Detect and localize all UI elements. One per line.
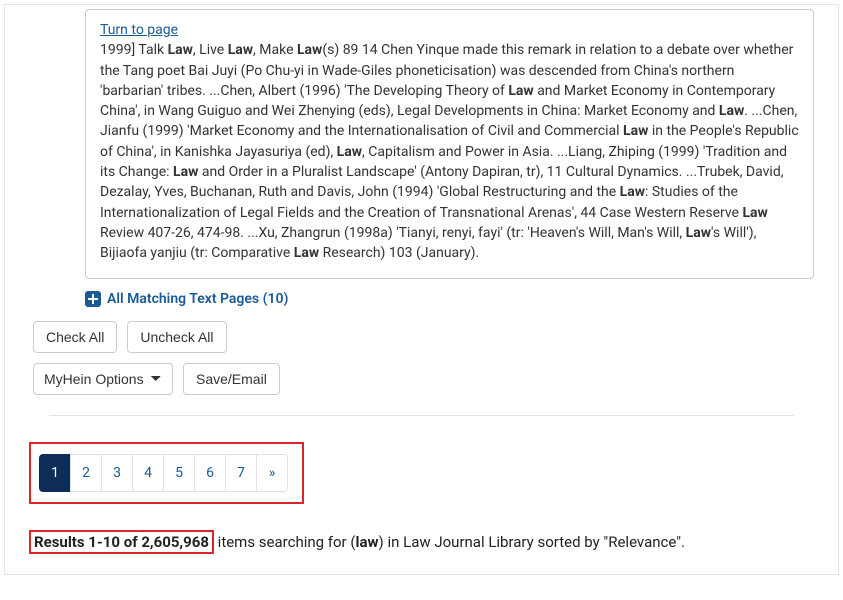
myhein-options-select[interactable]: MyHein Options xyxy=(33,363,173,395)
plus-square-icon xyxy=(85,291,101,307)
bulk-actions-row: Check All Uncheck All xyxy=(33,321,814,353)
results-summary: Results 1-10 of 2,605,968 items searchin… xyxy=(29,530,814,554)
page-7[interactable]: 7 xyxy=(225,454,257,492)
results-suffix-rest: ) in Law Journal Library sorted by "Rele… xyxy=(379,533,685,551)
snippet-text: 1999] Talk Law, Live Law, Make Law(s) 89… xyxy=(100,42,799,261)
uncheck-all-button[interactable]: Uncheck All xyxy=(127,321,226,353)
page-4[interactable]: 4 xyxy=(132,454,164,492)
page-6[interactable]: 6 xyxy=(194,454,226,492)
divider xyxy=(49,415,794,416)
page-1[interactable]: 1 xyxy=(39,454,71,492)
results-suffix-prefix: items searching for ( xyxy=(214,533,356,551)
results-panel: Turn to page 1999] Talk Law, Live Law, M… xyxy=(4,4,839,575)
pagination: 1234567» xyxy=(39,454,288,492)
results-query: law xyxy=(356,533,379,551)
result-snippet: Turn to page 1999] Talk Law, Live Law, M… xyxy=(85,9,814,279)
check-all-button[interactable]: Check All xyxy=(33,321,117,353)
all-matching-pages-toggle[interactable]: All Matching Text Pages (10) xyxy=(85,291,814,307)
results-count-highlight: Results 1-10 of 2,605,968 xyxy=(29,530,214,554)
all-matching-pages-label: All Matching Text Pages (10) xyxy=(107,291,288,307)
page-3[interactable]: 3 xyxy=(101,454,133,492)
save-options-row: MyHein Options Save/Email xyxy=(33,363,814,395)
save-email-button[interactable]: Save/Email xyxy=(183,363,280,395)
page-next[interactable]: » xyxy=(256,454,288,492)
pagination-highlight-box: 1234567» xyxy=(29,442,304,504)
page-2[interactable]: 2 xyxy=(70,454,102,492)
turn-to-page-link[interactable]: Turn to page xyxy=(100,22,178,38)
page-5[interactable]: 5 xyxy=(163,454,195,492)
